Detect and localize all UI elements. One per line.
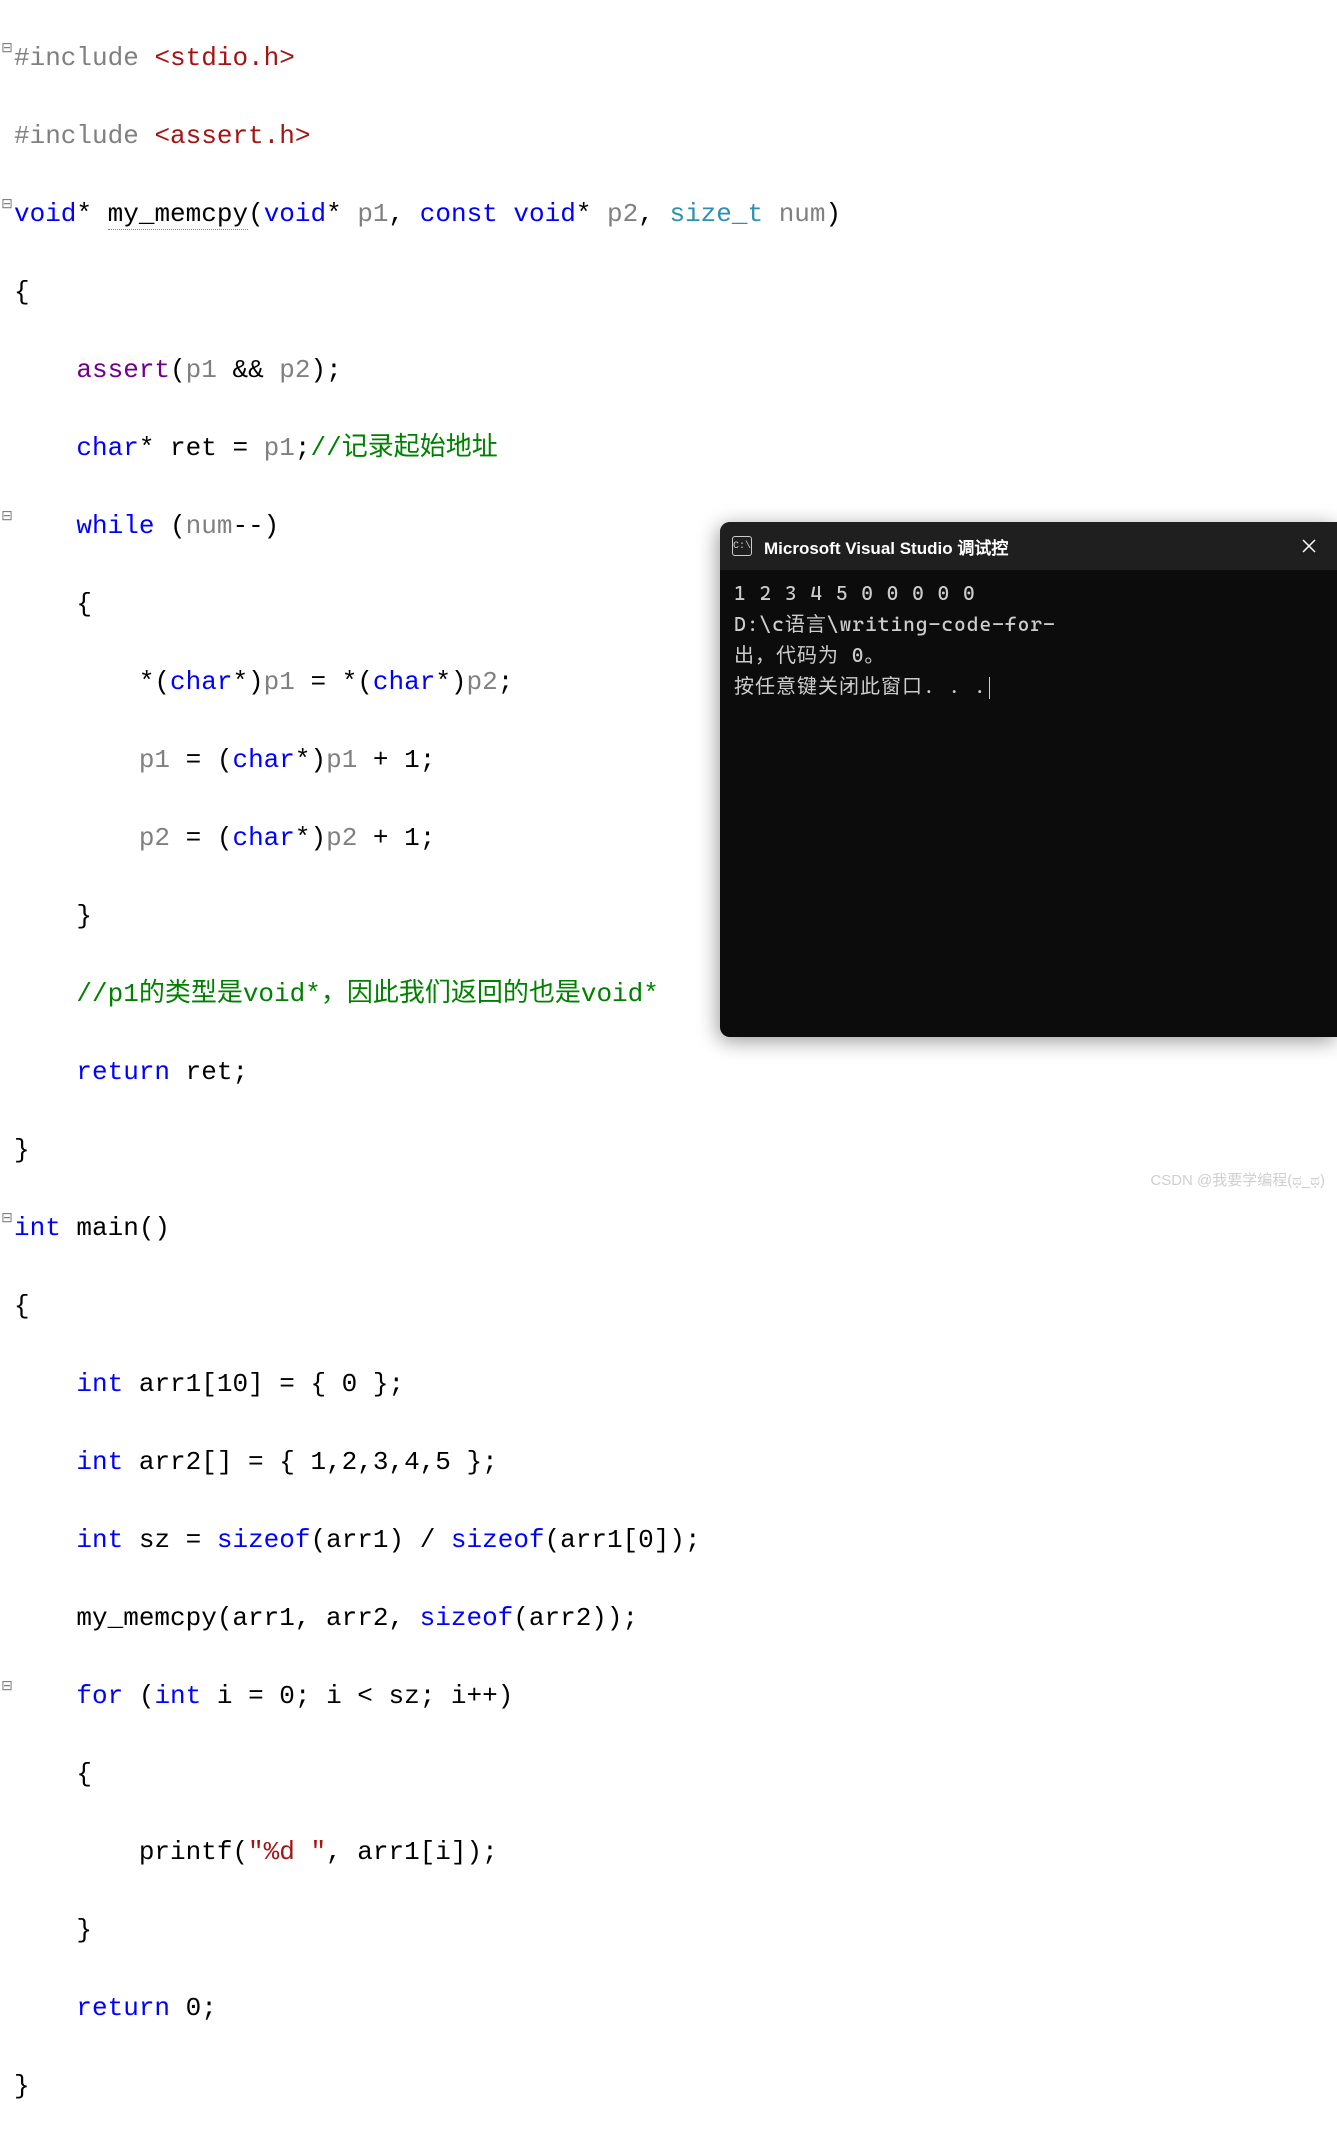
close-button[interactable]	[1293, 530, 1325, 562]
format-string: "%d "	[248, 1837, 326, 1867]
func-name: my_memcpy	[108, 199, 248, 230]
gutter	[0, 117, 14, 138]
comment: //p1的类型是void*，因此我们返回的也是void*	[76, 979, 658, 1009]
watermark: CSDN @我要学编程(ಥ_ಥ)	[1150, 1169, 1325, 1190]
preprocessor: #include	[14, 121, 154, 151]
include-path: <stdio.h>	[154, 43, 294, 73]
fold-marker[interactable]: ⊟	[0, 1677, 14, 1698]
debug-console-window[interactable]: C:\ Microsoft Visual Studio 调试控 1 2 3 4 …	[720, 522, 1337, 1037]
console-title: Microsoft Visual Studio 调试控	[764, 534, 1281, 559]
brace: {	[14, 277, 30, 307]
fold-marker[interactable]: ⊟	[0, 507, 14, 528]
kw-void: void	[14, 199, 76, 229]
assert-macro: assert	[76, 355, 170, 385]
console-icon: C:\	[732, 536, 752, 556]
fold-marker[interactable]: ⊟	[0, 39, 14, 60]
console-titlebar[interactable]: C:\ Microsoft Visual Studio 调试控	[720, 522, 1337, 570]
output-line-4: 按任意键关闭此窗口. . .	[734, 674, 987, 698]
output-line-2: D:\c语言\writing-code-for-	[734, 612, 1056, 636]
preprocessor: #include	[14, 43, 154, 73]
include-path: <assert.h>	[154, 121, 310, 151]
fold-marker[interactable]: ⊟	[0, 1209, 14, 1230]
text-cursor	[989, 677, 990, 699]
output-line-1: 1 2 3 4 5 0 0 0 0 0	[734, 581, 976, 605]
output-line-3: 出，代码为 0。	[734, 643, 885, 667]
close-icon	[1302, 539, 1316, 553]
fold-marker[interactable]: ⊟	[0, 195, 14, 216]
code-editor[interactable]: ⊟#include <stdio.h> #include <assert.h> …	[0, 0, 1337, 2145]
console-output[interactable]: 1 2 3 4 5 0 0 0 0 0 D:\c语言\writing-code-…	[720, 570, 1337, 710]
main-func: main()	[61, 1213, 170, 1243]
comment: //记录起始地址	[311, 433, 498, 463]
